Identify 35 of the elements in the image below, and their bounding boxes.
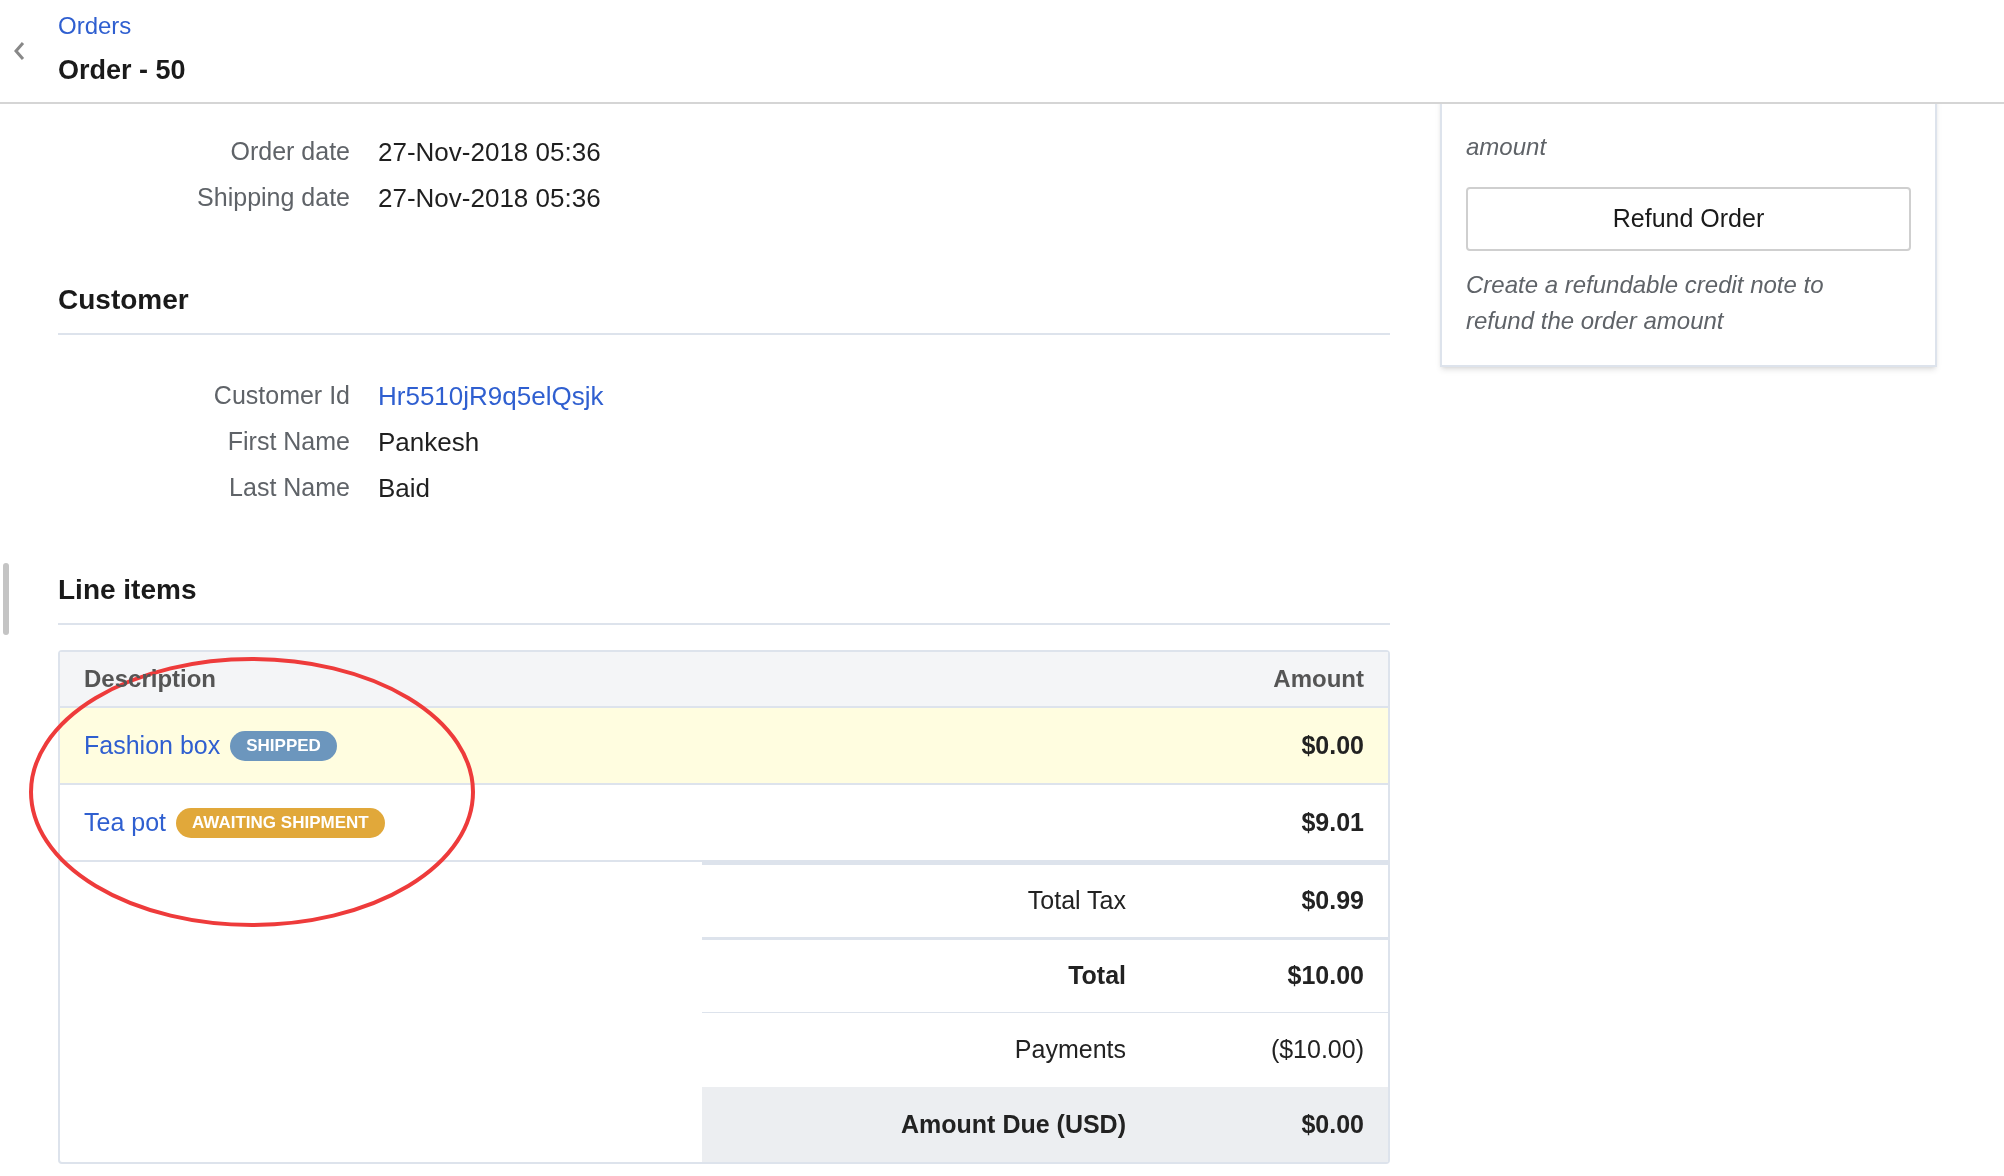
refund-note: Create a refundable credit note to refund the order amount — [1466, 270, 1825, 336]
cancel-note: amount — [1466, 132, 1548, 162]
summary-label: Payments — [1013, 1034, 1126, 1066]
field-label: Order date — [229, 136, 351, 168]
summary-label: Amount Due (USD) — [900, 1108, 1126, 1140]
item-link[interactable]: Tea pot — [84, 803, 166, 842]
field-value: Pankesh — [378, 425, 480, 459]
scrollbar-thumb[interactable] — [3, 563, 9, 635]
column-header: Amount — [1273, 664, 1364, 694]
status-badge: AWAITING SHIPMENT — [176, 807, 385, 838]
amount-cell-text: $0.00 — [1301, 729, 1364, 761]
field-label: Last Name — [228, 472, 351, 504]
field-value: 27-Nov-2018 05:36 — [378, 135, 601, 169]
amount-cell-text: $9.01 — [1301, 806, 1364, 838]
customer-id-link[interactable]: Hr5510jR9q5elQsjk — [378, 376, 604, 416]
summary-value: ($10.00) — [1269, 1034, 1365, 1066]
table-row[interactable]: Fashion box SHIPPED $0.00 — [60, 708, 1388, 785]
page-title: Order - 50 — [58, 54, 186, 87]
breadcrumb-link[interactable]: Orders — [58, 11, 186, 41]
section-heading: Customer — [58, 283, 190, 317]
summary-value: $0.99 — [1300, 885, 1365, 917]
refund-order-button[interactable]: Refund Order — [1466, 187, 1911, 251]
back-icon[interactable] — [12, 40, 26, 62]
field-value: Baid — [378, 471, 431, 505]
field-label: First Name — [226, 426, 351, 458]
summary-label: Total — [1067, 960, 1126, 992]
field-value: 27-Nov-2018 05:36 — [378, 181, 601, 215]
summary-value: $0.00 — [1300, 1108, 1365, 1140]
field-label: Customer Id — [212, 380, 351, 412]
section-heading: Line items — [58, 573, 198, 607]
summary-value: $10.00 — [1286, 960, 1365, 992]
field-label: Shipping date — [196, 182, 351, 214]
item-link[interactable]: Fashion box — [84, 726, 221, 765]
status-badge: SHIPPED — [230, 730, 337, 761]
summary-label: Total Tax — [1026, 885, 1126, 917]
